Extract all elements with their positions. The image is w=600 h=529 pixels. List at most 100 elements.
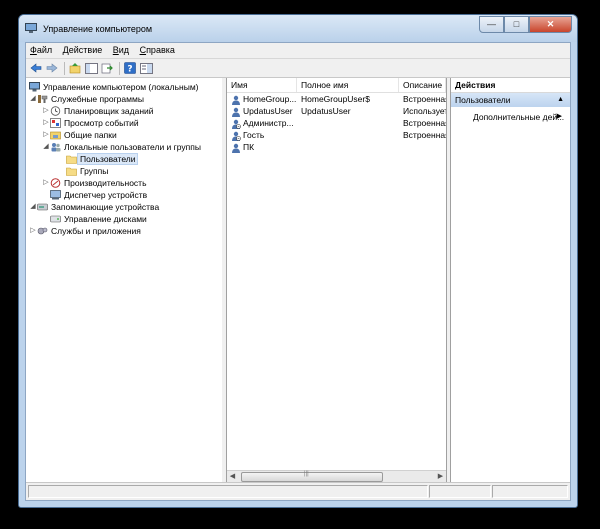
user-description: Встроенная <box>403 130 446 140</box>
collapse-arrow-icon[interactable]: ◢ <box>42 141 50 153</box>
tree-item-label: Группы <box>80 166 109 176</box>
table-row[interactable]: HomeGroup... HomeGroupUser$ Встроенная <box>227 93 446 105</box>
column-description[interactable]: Описание <box>399 78 446 92</box>
tree-item-groups[interactable]: Группы <box>66 165 108 177</box>
menu-bar: Файл Действие Вид Справка <box>26 43 570 59</box>
expand-arrow-icon[interactable]: ▷ <box>42 177 50 189</box>
menu-action[interactable]: Действие <box>59 43 107 58</box>
tree-item-label: Просмотр событий <box>64 118 139 128</box>
collapse-arrow-icon[interactable]: ◢ <box>29 93 37 105</box>
tools-icon <box>38 94 48 103</box>
computer-management-icon <box>25 23 37 33</box>
tree-item-system-tools[interactable]: ◢ Служебные программы <box>29 93 144 105</box>
users-list-view: Имя Полное имя Описание HomeGroup... Hom… <box>227 78 447 482</box>
user-fullname: UpdatusUser <box>301 106 351 116</box>
scroll-left-arrow-icon[interactable]: ◀ <box>227 471 238 482</box>
tree-item-label: Диспетчер устройств <box>64 190 148 200</box>
export-list-icon[interactable] <box>100 62 114 75</box>
tree-item-services-apps[interactable]: ▷ Службы и приложения <box>29 225 141 237</box>
expand-arrow-icon[interactable]: ▷ <box>42 129 50 141</box>
help-icon[interactable]: ? <box>123 62 137 75</box>
table-row[interactable]: Гость Встроенная <box>227 129 446 141</box>
users-group-icon <box>51 142 61 152</box>
menu-file[interactable]: Файл <box>26 43 56 58</box>
tree-item-disk-management[interactable]: Управление дисками <box>42 213 147 225</box>
user-name: Администр... <box>243 118 294 128</box>
expand-arrow-icon[interactable]: ▷ <box>29 225 37 237</box>
table-row[interactable]: ПК <box>227 141 446 153</box>
table-row[interactable]: Администр... Встроенная <box>227 117 446 129</box>
services-icon <box>37 227 48 235</box>
user-name: ПК <box>243 142 255 152</box>
tree-root-label: Управление компьютером (локальным) <box>43 82 199 92</box>
user-name-cell: HomeGroup... <box>227 93 297 105</box>
show-hide-tree-icon[interactable] <box>84 62 98 75</box>
user-name-cell: Администр... <box>227 117 297 129</box>
folder-icon <box>66 167 77 176</box>
user-description: Использует <box>403 106 446 116</box>
actions-pane: Действия Пользователи ▲ Дополнительные д… <box>450 78 570 482</box>
menu-file-rest: айл <box>36 45 53 55</box>
more-actions-label: Дополнительные дей... <box>473 112 565 122</box>
minimize-button[interactable]: — <box>479 16 504 33</box>
actions-section-users[interactable]: Пользователи ▲ <box>451 93 570 107</box>
column-name[interactable]: Имя <box>227 78 297 92</box>
window-client-area: Файл Действие Вид Справка ? Управление к… <box>25 42 571 501</box>
device-manager-icon <box>50 189 61 200</box>
user-name: UpdatusUser <box>243 106 293 116</box>
tree-item-label: Управление дисками <box>64 214 147 224</box>
scrollbar-grip: ||| <box>304 471 309 477</box>
expand-arrow-icon[interactable]: ▷ <box>42 105 50 117</box>
status-cell-tertiary <box>492 485 568 498</box>
forward-arrow-icon[interactable] <box>45 62 59 75</box>
console-panes: Управление компьютером (локальным) ◢ Служ… <box>26 78 570 482</box>
menu-help-rest: правка <box>146 45 175 55</box>
event-viewer-icon <box>50 117 61 128</box>
collapse-arrow-icon[interactable]: ◢ <box>29 201 37 213</box>
tree-item-label: Службы и приложения <box>51 226 141 236</box>
user-description: Встроенная <box>403 94 446 104</box>
menu-view[interactable]: Вид <box>109 43 133 58</box>
tree-item-event-viewer[interactable]: ▷ Просмотр событий <box>42 117 139 129</box>
back-arrow-icon[interactable] <box>29 62 43 75</box>
column-fullname[interactable]: Полное имя <box>297 78 399 92</box>
toolbar-separator <box>119 61 120 75</box>
collapse-up-icon[interactable]: ▲ <box>557 93 564 107</box>
tree-item-label: Служебные программы <box>51 94 144 104</box>
column-header-row: Имя Полное имя Описание <box>227 78 446 93</box>
tree-item-local-users-groups[interactable]: ◢ Локальные пользователи и группы <box>42 141 201 153</box>
toolbar: ? <box>26 59 570 78</box>
console-tree: Управление компьютером (локальным) ◢ Служ… <box>26 78 223 482</box>
menu-help[interactable]: Справка <box>136 43 179 58</box>
tree-item-label: Пользователи <box>77 153 139 165</box>
more-actions-item[interactable]: Дополнительные дей... ▶ <box>473 111 566 123</box>
tree-item-label: Планировщик заданий <box>64 106 154 116</box>
tree-item-label: Производительность <box>64 178 147 188</box>
table-row[interactable]: UpdatusUser UpdatusUser Использует <box>227 105 446 117</box>
menu-view-rest: ид <box>118 45 130 55</box>
up-folder-icon[interactable] <box>68 62 82 75</box>
tree-root[interactable]: Управление компьютером (локальным) <box>29 81 199 93</box>
tree-item-storage[interactable]: ◢ Запоминающие устройства <box>29 201 159 213</box>
computer-management-icon <box>29 81 40 92</box>
performance-icon <box>50 177 61 188</box>
expand-arrow-icon[interactable]: ▷ <box>42 117 50 129</box>
user-name: Гость <box>243 130 265 140</box>
disabled-user-icon <box>232 119 241 129</box>
user-icon <box>232 107 240 117</box>
tree-item-label: Локальные пользователи и группы <box>64 142 201 152</box>
tree-item-device-manager[interactable]: Диспетчер устройств <box>42 189 147 201</box>
tree-item-shared-folders[interactable]: ▷ Общие папки <box>42 129 116 141</box>
scroll-right-arrow-icon[interactable]: ▶ <box>435 471 446 482</box>
tree-item-performance[interactable]: ▷ Производительность <box>42 177 147 189</box>
tree-item-users[interactable]: Пользователи <box>66 153 139 165</box>
status-cell-main <box>28 485 428 498</box>
tree-item-task-scheduler[interactable]: ▷ Планировщик заданий <box>42 105 154 117</box>
scrollbar-thumb[interactable]: ||| <box>241 471 383 482</box>
horizontal-scrollbar[interactable]: ◀ ||| ▶ <box>227 470 446 482</box>
properties-icon[interactable] <box>139 62 153 75</box>
close-button[interactable]: ✕ <box>529 16 572 33</box>
maximize-button[interactable]: □ <box>504 16 529 33</box>
title-bar[interactable]: Управление компьютером — □ ✕ <box>19 15 577 42</box>
disk-icon <box>50 215 61 223</box>
